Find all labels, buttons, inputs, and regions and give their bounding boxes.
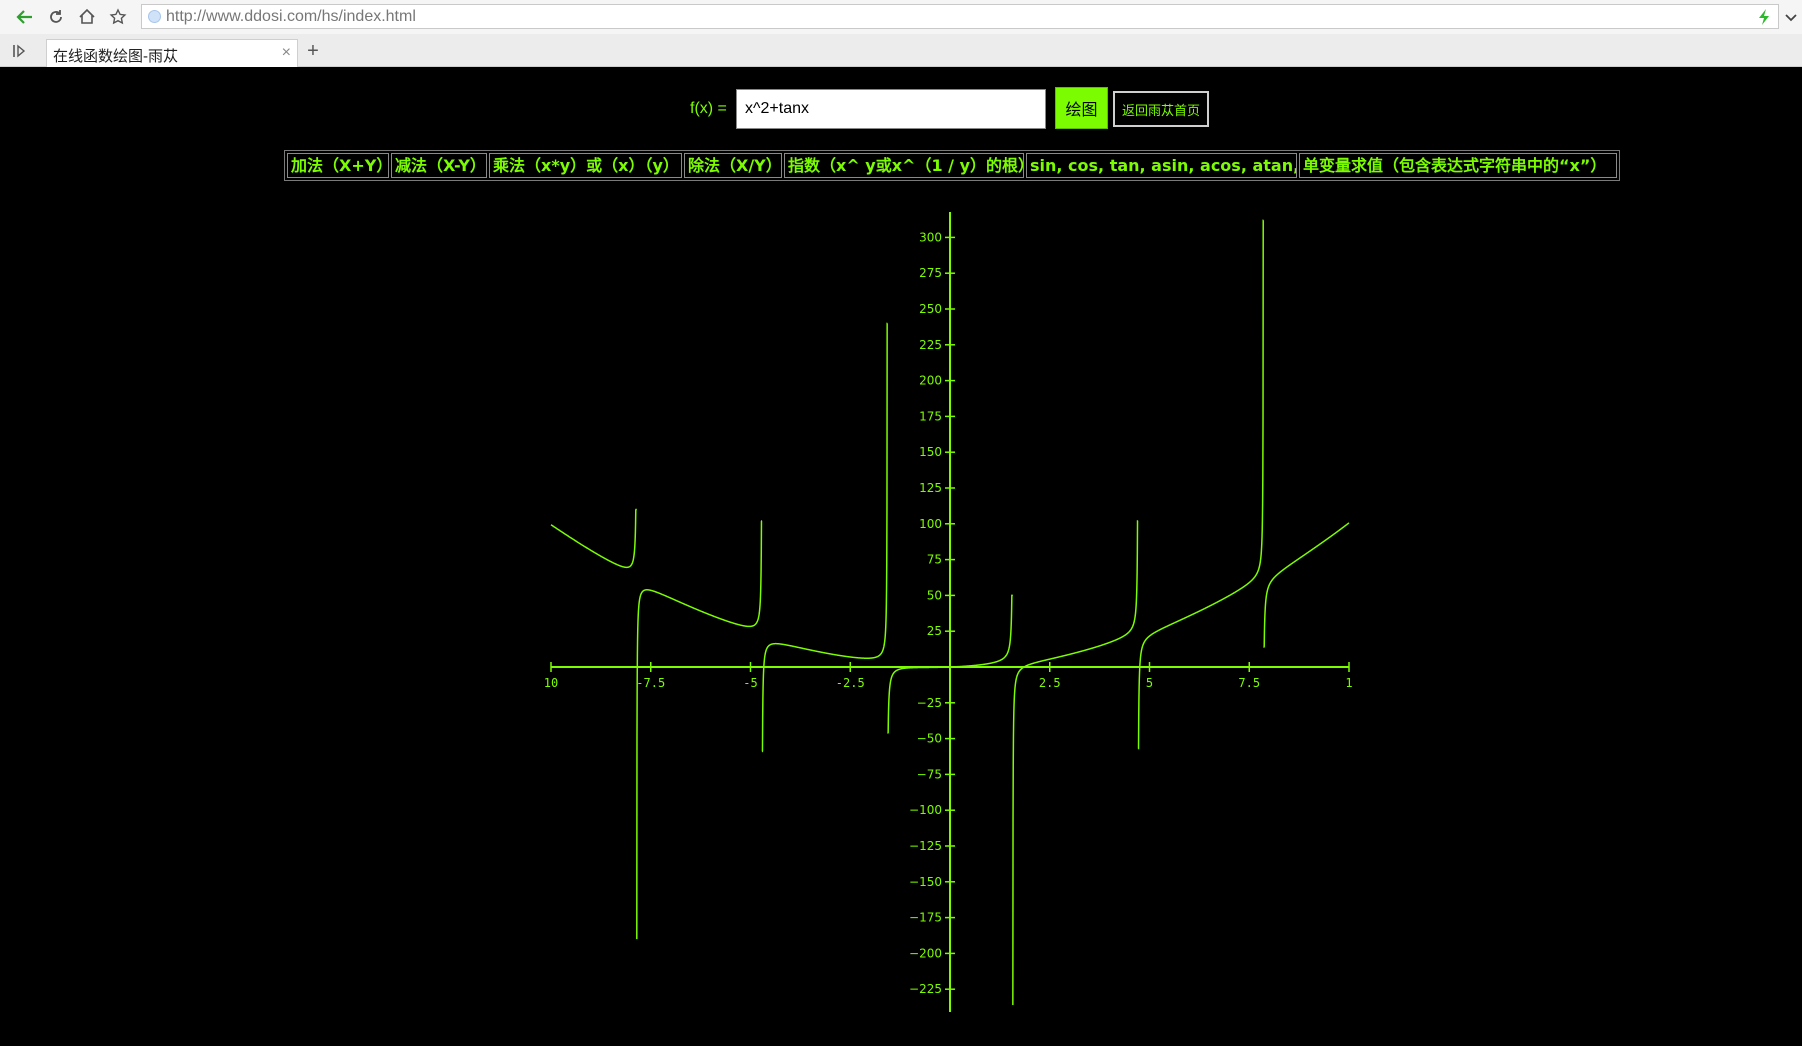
address-dropdown-button[interactable] — [1782, 5, 1800, 29]
tab-strip: 在线函数绘图-雨苁 × + — [0, 34, 1802, 67]
y-tick-label: 125 — [919, 481, 942, 495]
function-graph: 10 -7.5 -5 -2.5 2.5 5 7.5 1 300 275 250 225 200 175 15… — [544, 212, 1353, 1012]
browser-tab[interactable]: 在线函数绘图-雨苁 × — [46, 39, 298, 67]
x-tick-label: -5 — [743, 676, 757, 690]
x-tick-label: 10 — [544, 676, 558, 690]
back-arrow-icon — [16, 10, 32, 24]
y-tick-label: −100 — [909, 803, 942, 817]
y-tick-label: 75 — [927, 553, 942, 567]
url-text: http://www.ddosi.com/hs/index.html — [166, 8, 416, 25]
x-tick-label: 5 — [1146, 676, 1153, 690]
x-tick-label: 7.5 — [1238, 676, 1260, 690]
star-icon — [109, 8, 127, 25]
y-tick-label: 225 — [919, 338, 942, 352]
new-tab-button[interactable]: + — [302, 39, 324, 63]
y-tick-label: 200 — [919, 374, 942, 388]
reload-icon — [50, 10, 62, 23]
chevron-down-icon — [1785, 14, 1797, 22]
bookmark-button[interactable] — [105, 5, 131, 29]
x-tick-label: 1 — [1345, 676, 1352, 690]
lightning-icon[interactable] — [1756, 8, 1772, 26]
y-tick-label: −225 — [909, 982, 942, 996]
y-tick-label: 25 — [927, 624, 942, 638]
x-tick-label: 2.5 — [1039, 676, 1061, 690]
reload-button[interactable] — [43, 5, 69, 29]
y-tick-label: −25 — [917, 696, 942, 710]
y-tick-label: −75 — [917, 767, 942, 781]
sidebar-toggle-icon[interactable] — [10, 42, 30, 60]
y-tick-label: 275 — [919, 266, 942, 280]
y-tick-label: 50 — [927, 588, 942, 602]
page-body: f(x) = 绘图 返回雨苁首页 加法（X+Y） 减法（X-Y） 乘法（x*y）… — [0, 67, 1802, 1046]
y-tick-label: −125 — [909, 839, 942, 853]
home-browser-button[interactable] — [74, 5, 100, 29]
globe-icon — [148, 10, 161, 23]
y-tick-label: −150 — [909, 875, 942, 889]
y-tick-label: 175 — [919, 409, 942, 423]
tab-close-icon[interactable]: × — [282, 44, 291, 62]
x-tick-label: -7.5 — [636, 676, 665, 690]
y-tick-label: 300 — [919, 230, 942, 244]
y-tick-label: −175 — [909, 911, 942, 925]
y-tick-label: −200 — [909, 946, 942, 960]
y-tick-label: 250 — [919, 302, 942, 316]
y-tick-label: 150 — [919, 445, 942, 459]
y-tick-label: 100 — [919, 517, 942, 531]
back-button[interactable] — [12, 5, 38, 29]
y-tick-label: −50 — [917, 732, 942, 746]
x-tick-label: -2.5 — [836, 676, 865, 690]
url-bar[interactable]: http://www.ddosi.com/hs/index.html — [141, 4, 1779, 29]
browser-chrome: http://www.ddosi.com/hs/index.html 在线函数绘… — [0, 0, 1802, 67]
address-toolbar: http://www.ddosi.com/hs/index.html — [0, 0, 1802, 35]
home-icon — [79, 8, 95, 24]
tab-title: 在线函数绘图-雨苁 — [53, 48, 178, 65]
